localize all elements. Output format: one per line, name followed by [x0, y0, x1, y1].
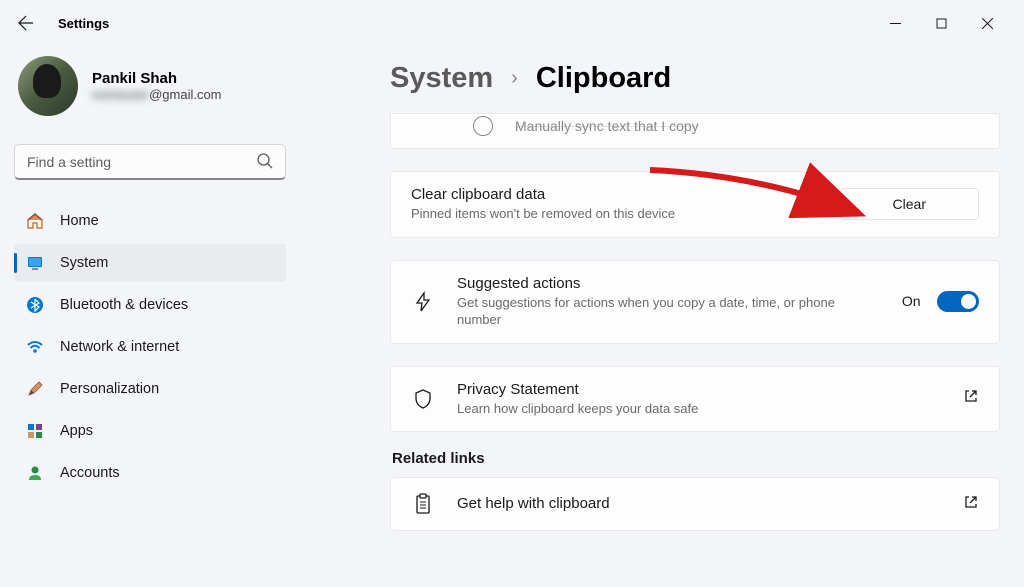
card-title: Suggested actions — [457, 275, 880, 292]
search-input[interactable] — [14, 144, 286, 180]
breadcrumb-parent[interactable]: System — [390, 62, 493, 95]
sync-option-card: Manually sync text that I copy — [390, 113, 1000, 149]
system-icon — [26, 254, 44, 272]
sidebar-item-system[interactable]: System — [14, 244, 286, 282]
minimize-button[interactable] — [872, 8, 918, 38]
sidebar-item-accounts[interactable]: Accounts — [14, 454, 286, 492]
suggested-actions-card: Suggested actions Get suggestions for ac… — [390, 260, 1000, 344]
sidebar-item-network[interactable]: Network & internet — [14, 328, 286, 366]
clear-clipboard-card: Clear clipboard data Pinned items won't … — [390, 171, 1000, 238]
privacy-statement-card[interactable]: Privacy Statement Learn how clipboard ke… — [390, 366, 1000, 433]
profile-email: someuser@gmail.com — [92, 87, 222, 102]
breadcrumb-current: Clipboard — [536, 62, 671, 95]
shield-icon — [411, 387, 435, 411]
sidebar-item-label: Bluetooth & devices — [60, 297, 188, 313]
clipboard-icon — [411, 492, 435, 516]
close-button[interactable] — [964, 8, 1010, 38]
lightning-icon — [411, 290, 435, 314]
sidebar-item-label: Accounts — [60, 465, 120, 481]
external-link-icon[interactable] — [963, 494, 979, 515]
sidebar-item-label: Apps — [60, 423, 93, 439]
radio-button[interactable] — [473, 116, 493, 136]
sidebar-item-personalization[interactable]: Personalization — [14, 370, 286, 408]
toggle-switch[interactable] — [937, 291, 979, 312]
search-icon — [256, 152, 274, 175]
back-button[interactable] — [14, 11, 38, 35]
home-icon — [26, 212, 44, 230]
window-title: Settings — [58, 16, 109, 31]
wifi-icon — [26, 338, 44, 356]
card-title: Get help with clipboard — [457, 495, 941, 512]
breadcrumb: System › Clipboard — [390, 62, 1000, 95]
toggle-state-label: On — [902, 293, 921, 309]
profile-name: Pankil Shah — [92, 70, 222, 87]
card-desc: Learn how clipboard keeps your data safe — [457, 400, 941, 418]
avatar — [18, 56, 78, 116]
bluetooth-icon — [26, 296, 44, 314]
accounts-icon — [26, 464, 44, 482]
apps-icon — [26, 422, 44, 440]
clear-button[interactable]: Clear — [840, 188, 979, 220]
profile[interactable]: Pankil Shah someuser@gmail.com — [14, 56, 286, 116]
sidebar-item-label: Personalization — [60, 381, 159, 397]
sidebar-item-apps[interactable]: Apps — [14, 412, 286, 450]
card-desc: Get suggestions for actions when you cop… — [457, 294, 880, 329]
sidebar-item-bluetooth[interactable]: Bluetooth & devices — [14, 286, 286, 324]
sidebar-item-label: System — [60, 255, 108, 271]
card-title: Clear clipboard data — [411, 186, 818, 203]
external-link-icon[interactable] — [963, 388, 979, 409]
card-title: Privacy Statement — [457, 381, 941, 398]
sidebar-item-home[interactable]: Home — [14, 202, 286, 240]
card-desc: Pinned items won't be removed on this de… — [411, 205, 818, 223]
sidebar-item-label: Network & internet — [60, 339, 179, 355]
related-links-heading: Related links — [392, 450, 1000, 467]
maximize-button[interactable] — [918, 8, 964, 38]
brush-icon — [26, 380, 44, 398]
get-help-card[interactable]: Get help with clipboard — [390, 477, 1000, 531]
chevron-right-icon: › — [511, 67, 518, 90]
sidebar-item-label: Home — [60, 213, 99, 229]
